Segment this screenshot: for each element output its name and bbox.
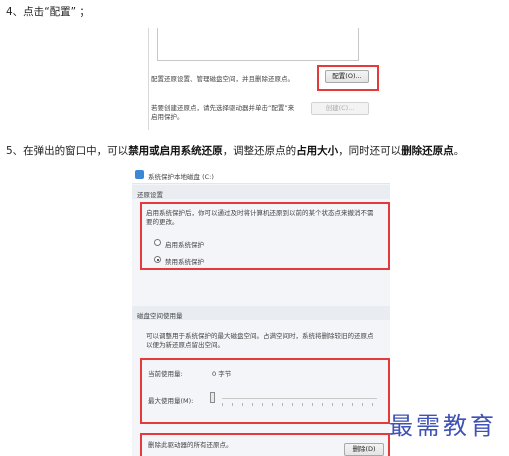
step5-bold1: 禁用或启用系统还原 bbox=[128, 145, 223, 157]
step5-part2: ，调整还原点的 bbox=[222, 145, 297, 157]
disk-usage-title: 磁盘空间使用量 bbox=[137, 312, 183, 320]
restore-points-panel: 配置还原设置、管理磁盘空间，并且删除还原点。 配置(O)... 若要创建还原点，… bbox=[148, 28, 394, 130]
dialog-title: 系统保护本地磁盘 (C:) bbox=[148, 173, 214, 181]
disk-usage-header: 磁盘空间使用量 bbox=[132, 306, 390, 320]
step5-bold2: 占用大小 bbox=[296, 145, 339, 157]
drive-list-box bbox=[157, 28, 359, 61]
system-protection-dialog: 系统保护本地磁盘 (C:) 还原设置 启用系统保护后，你可以通过及时将计算机还原… bbox=[132, 168, 390, 456]
config-highlight-box bbox=[317, 65, 379, 91]
dialog-titlebar: 系统保护本地磁盘 (C:) bbox=[132, 168, 390, 184]
config-description: 配置还原设置、管理磁盘空间，并且删除还原点。 bbox=[151, 75, 294, 83]
step4-instruction: 4、点击“配置” ； bbox=[6, 4, 90, 19]
disk-usage-highlight bbox=[140, 358, 390, 424]
step4-prefix: 4、点击 bbox=[6, 6, 45, 18]
step5-bold3: 删除还原点 bbox=[401, 145, 454, 157]
step4-keyword: “配置” bbox=[44, 6, 77, 18]
restore-settings-title: 还原设置 bbox=[137, 191, 163, 199]
disk-description-line2: 以便为新还原点留出空间。 bbox=[146, 341, 224, 349]
restore-settings-highlight bbox=[140, 202, 390, 270]
create-button[interactable]: 创建(C)... bbox=[311, 102, 369, 115]
watermark-text: 最需教育 bbox=[389, 412, 497, 440]
step5-part4: 。 bbox=[453, 145, 465, 157]
step5-part1: 5、在弹出的窗口中，可以 bbox=[6, 145, 129, 157]
step5-instruction: 5、在弹出的窗口中，可以禁用或启用系统还原，调整还原点的占用大小，同时还可以删除… bbox=[6, 143, 464, 158]
delete-highlight bbox=[140, 433, 390, 456]
restore-settings-header: 还原设置 bbox=[132, 185, 390, 199]
create-description-line2: 启用保护。 bbox=[151, 113, 184, 121]
step4-suffix: ； bbox=[79, 6, 90, 18]
step5-part3: ，同时还可以 bbox=[338, 145, 402, 157]
shield-icon bbox=[135, 170, 144, 179]
